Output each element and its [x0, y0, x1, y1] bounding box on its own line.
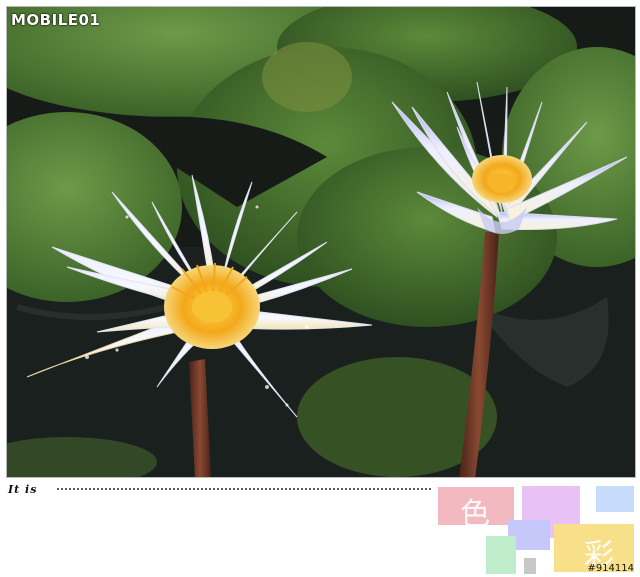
mobile01-logo: MOBILE01 — [11, 9, 100, 31]
gray-block — [524, 558, 536, 574]
photo-id: #914114 — [587, 563, 634, 574]
lightblue-block — [596, 486, 634, 512]
photo-frame: MOBILE01 It is 色 彩 #914114 — [0, 0, 640, 577]
water-lily-photo — [7, 7, 635, 477]
caption-label: It is — [8, 483, 38, 496]
logo-text: MOBILE01 — [11, 11, 101, 29]
caption: It is — [8, 483, 37, 496]
green-block — [486, 536, 516, 574]
char-se: 色 — [460, 497, 490, 532]
color-blocks-decoration: 色 彩 — [436, 484, 636, 574]
dotted-leader — [56, 488, 432, 490]
photo: MOBILE01 — [6, 6, 636, 478]
pink-block: 色 — [438, 487, 514, 532]
